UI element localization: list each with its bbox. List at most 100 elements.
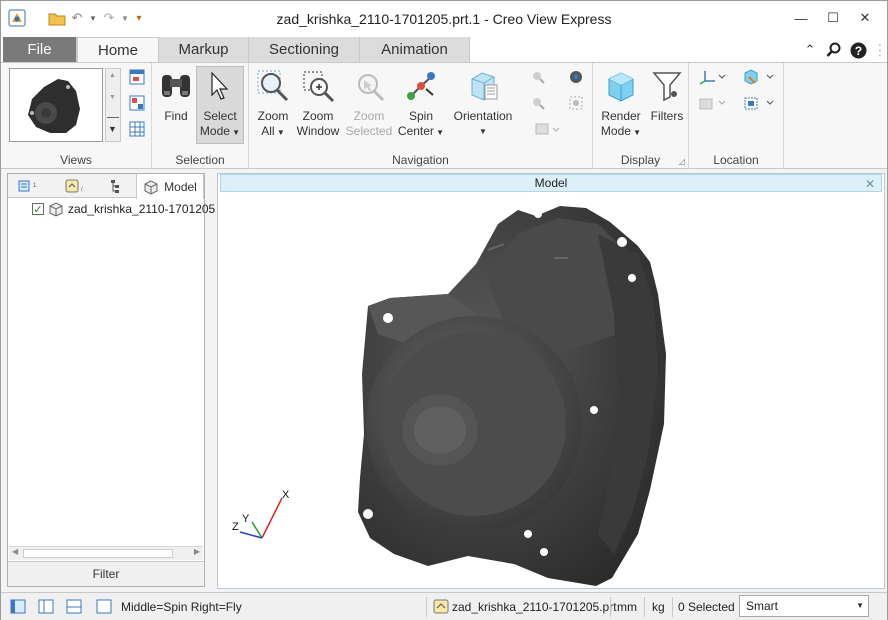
spin-center-label-2: Center [397,124,434,138]
select-mode-button[interactable]: Select Mode ▼ [196,66,244,144]
filters-button[interactable]: Filters [647,67,687,124]
group-views: ▲ ▼ ▼ Views [1,63,152,169]
tab-file[interactable]: File [3,37,77,62]
orientation-cube-icon [464,67,502,105]
select-mode-label-1: Select [203,109,237,123]
group-location: Location [689,63,784,169]
status-separator [426,597,427,617]
group-label-views: Views [60,153,92,167]
tab-annotations[interactable]: / [58,174,92,198]
help-icon[interactable]: ? [847,39,869,61]
svg-text:?: ? [854,44,861,58]
tab-tree[interactable]: 1 [12,174,46,198]
ribbon: ▲ ▼ ▼ Views Find Select Mode ▼ Selection… [1,62,887,169]
zoom-window-label-2: Window [296,124,340,138]
mass-unit[interactable]: kg [652,600,665,614]
minimize-icon[interactable]: — [785,7,817,29]
nav-tool-2-icon[interactable] [567,68,585,86]
nav-tool-5-icon[interactable] [533,120,563,138]
tab-animation[interactable]: Animation [360,37,470,62]
dropdown-arrow-icon: ▼ [630,128,642,137]
model-viewport[interactable]: Model ✕ X Y Z [217,173,885,589]
zoom-window-button[interactable]: Zoom Window [295,67,341,139]
viewport-header: Model ✕ [220,174,882,192]
render-mode-button[interactable]: Render Mode ▼ [597,67,645,140]
layout-full-icon[interactable] [95,598,113,615]
svg-text:1: 1 [33,183,37,189]
scroll-right-icon[interactable]: ▶ [194,547,200,556]
tab-home[interactable]: Home [77,37,159,62]
nav-tool-1-icon[interactable] [529,68,547,86]
panel-tabs: 1 / Model [8,174,204,199]
zoom-window-label-1: Zoom [302,109,334,123]
panel-splitter[interactable] [209,173,213,587]
zoom-all-icon [254,67,292,105]
tree-item-label: zad_krishka_2110-1701205 [68,202,216,216]
grid-view-icon[interactable] [128,120,146,138]
zoom-selected-icon [350,67,388,105]
zoom-all-button[interactable]: Zoom All ▼ [251,67,295,140]
view-thumbnail[interactable] [9,68,103,142]
location-tool-2-icon[interactable] [741,68,775,86]
filter-mode-value: Smart [746,599,779,613]
group-navigation: Zoom All ▼ Zoom Window Zoom Selected Spi… [249,63,593,169]
close-viewport-icon[interactable]: ✕ [865,176,875,192]
location-tool-1-icon[interactable] [697,68,727,86]
model-canvas[interactable]: X Y Z [218,194,884,588]
zoom-all-label-1: Zoom [257,109,289,123]
y-axis-label: Y [242,513,250,525]
tree-item[interactable]: ✓ zad_krishka_2110-1701205 [32,201,215,217]
dropdown-arrow-icon: ▼ [433,128,445,137]
dropdown-arrow-icon: ▼ [274,128,285,137]
collapse-ribbon-icon[interactable]: ⌃ [799,39,821,61]
spin-center-label-1: Spin [408,109,434,123]
filter-mode-select[interactable]: Smart ▼ [739,595,869,617]
nav-tool-3-icon[interactable] [529,94,547,112]
scroll-thumb[interactable] [23,549,173,558]
layout-single-icon[interactable] [9,598,27,615]
layout-split-icon[interactable] [37,598,55,615]
status-separator [610,597,611,617]
tab-markup[interactable]: Markup [159,37,249,62]
spin-center-button[interactable]: Spin Center ▼ [397,67,445,140]
location-tool-3-icon[interactable] [697,94,727,112]
location-tool-4-icon[interactable] [741,94,775,112]
dropdown-arrow-icon: ▼ [479,127,487,136]
layout-horizontal-icon[interactable] [65,598,83,615]
zoom-selected-button[interactable]: Zoom Selected [343,67,395,139]
tree-item-checkbox[interactable]: ✓ [32,203,44,216]
svg-text:/: / [81,187,83,193]
scroll-left-icon[interactable]: ◀ [12,547,18,556]
thumbnail-scrollbar[interactable]: ▲ ▼ ▼ [105,68,121,142]
search-icon[interactable] [823,39,845,61]
tab-sectioning[interactable]: Sectioning [249,37,360,62]
chevron-down-icon: ▼ [856,601,864,610]
tab-structure[interactable] [102,174,130,198]
horizontal-scrollbar[interactable]: ◀ ▶ [9,546,203,560]
app-window: ↶ ▼ ↷ ▼ ▾ zad_krishka_2110-1701205.prt.1… [0,0,888,620]
3d-model[interactable] [358,206,666,586]
length-unit[interactable]: mm [617,600,637,614]
filter-button[interactable]: Filter [8,561,204,586]
maximize-icon[interactable]: ☐ [817,7,849,29]
find-button[interactable]: Find [156,67,196,124]
window-controls: — ☐ ✕ [785,7,881,29]
gripper-icon[interactable]: ⋮ [869,39,888,61]
status-separator [672,597,673,617]
part-cube-icon [49,202,63,217]
orientation-label: Orientation [453,109,513,123]
z-axis-label: Z [232,521,239,533]
title-bar: ↶ ▼ ↷ ▼ ▾ zad_krishka_2110-1701205.prt.1… [1,1,887,37]
zoom-all-label-2: All [261,124,275,138]
view-manager-icon[interactable] [128,94,146,112]
nav-tool-4-icon[interactable] [567,94,585,112]
group-label-display: Display [620,153,661,167]
binoculars-icon [157,67,195,105]
tab-model[interactable]: Model [136,174,204,199]
view-layout-icon[interactable] [128,68,146,86]
tab-model-label: Model [164,179,197,194]
part-file-icon [432,598,450,615]
close-icon[interactable]: ✕ [849,7,881,29]
render-cube-icon [602,67,640,105]
orientation-button[interactable]: Orientation ▼ [447,67,519,139]
